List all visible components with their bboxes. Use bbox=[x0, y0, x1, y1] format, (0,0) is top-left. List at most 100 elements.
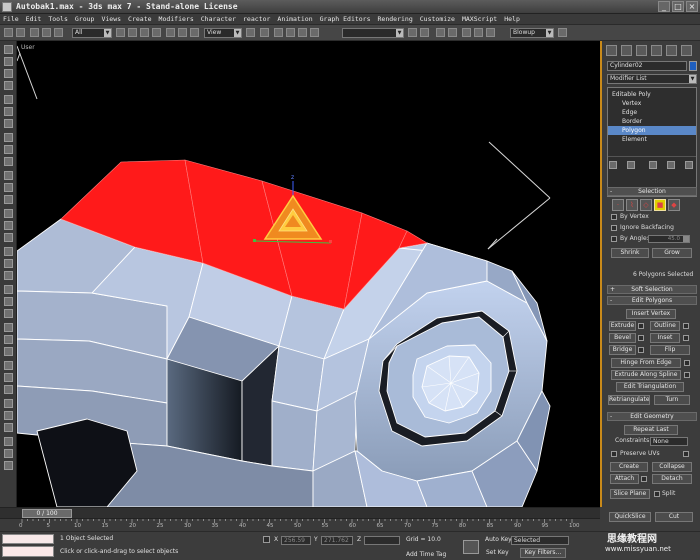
configure-modifier-sets-icon[interactable] bbox=[685, 161, 693, 169]
close-button[interactable]: × bbox=[686, 1, 698, 12]
modify-tab-icon[interactable] bbox=[621, 45, 632, 56]
mirror-icon[interactable] bbox=[408, 28, 417, 37]
modifier-list-dropdown[interactable]: Modifier List ▼ bbox=[607, 74, 697, 84]
tab-icon[interactable] bbox=[4, 285, 13, 294]
schematic-view-icon[interactable] bbox=[448, 28, 457, 37]
minimize-button[interactable]: _ bbox=[658, 1, 670, 12]
viewport-label[interactable]: User bbox=[21, 44, 35, 51]
tab-icon[interactable] bbox=[4, 81, 13, 90]
attach-button[interactable]: Attach bbox=[610, 474, 639, 484]
tab-icon[interactable] bbox=[4, 45, 13, 54]
region-select-icon[interactable] bbox=[140, 28, 149, 37]
maximize-button[interactable]: □ bbox=[672, 1, 684, 12]
align-icon[interactable] bbox=[420, 28, 429, 37]
z-coordinate-field[interactable] bbox=[364, 536, 400, 545]
outline-settings-icon[interactable] bbox=[683, 323, 689, 329]
key-mode-dropdown[interactable]: Selected bbox=[511, 536, 569, 545]
y-coordinate-field[interactable]: 271.762 bbox=[321, 536, 353, 545]
by-vertex-checkbox[interactable] bbox=[611, 214, 617, 220]
show-end-result-icon[interactable] bbox=[627, 161, 635, 169]
tab-icon[interactable] bbox=[4, 309, 13, 318]
trackbar[interactable]: 0 5 10 15 20 25 30 35 40 45 50 55 60 65 70 75 80 85 90 95 10… bbox=[0, 518, 600, 531]
render-type-dropdown[interactable]: Blowup ▼ bbox=[510, 28, 554, 38]
mesh-face[interactable] bbox=[271, 400, 318, 472]
tab-icon[interactable] bbox=[4, 195, 13, 204]
menu-file[interactable]: File bbox=[3, 14, 19, 24]
edit-triangulation-button[interactable]: Edit Triangulation bbox=[616, 382, 684, 392]
display-tab-icon[interactable] bbox=[666, 45, 677, 56]
flip-button[interactable]: Flip bbox=[650, 345, 690, 355]
stack-item-element[interactable]: Element bbox=[608, 135, 696, 144]
tab-icon[interactable] bbox=[4, 171, 13, 180]
render-scene-icon[interactable] bbox=[474, 28, 483, 37]
tab-icon[interactable] bbox=[4, 133, 13, 142]
tab-icon[interactable] bbox=[4, 119, 13, 128]
x-coordinate-field[interactable]: 256.59 bbox=[281, 536, 311, 545]
tab-icon[interactable] bbox=[4, 347, 13, 356]
stack-item-editable-poly[interactable]: Editable Poly bbox=[608, 90, 696, 99]
tab-icon[interactable] bbox=[4, 385, 13, 394]
collapse-button[interactable]: Collapse bbox=[652, 462, 692, 472]
tab-icon[interactable] bbox=[4, 247, 13, 256]
rotate-icon[interactable] bbox=[178, 28, 187, 37]
inset-settings-icon[interactable] bbox=[683, 335, 689, 341]
tab-icon[interactable] bbox=[4, 335, 13, 344]
edge-mode-icon[interactable]: ⌇ bbox=[626, 199, 638, 211]
tab-icon[interactable] bbox=[4, 271, 13, 280]
vertex-mode-icon[interactable]: · bbox=[612, 199, 624, 211]
outline-button[interactable]: Outline bbox=[650, 321, 680, 331]
redo-icon[interactable] bbox=[16, 28, 25, 37]
rollout-edit-geometry[interactable]: - Edit Geometry bbox=[607, 412, 697, 421]
ignore-backfacing-checkbox[interactable] bbox=[611, 225, 617, 231]
tab-icon[interactable] bbox=[4, 461, 13, 470]
bind-spacewarp-icon[interactable] bbox=[54, 28, 63, 37]
snaps-toggle-icon[interactable] bbox=[274, 28, 283, 37]
key-filters-button[interactable]: Key Filters... bbox=[520, 548, 566, 558]
tab-icon[interactable] bbox=[4, 361, 13, 370]
by-angle-checkbox[interactable] bbox=[611, 236, 617, 242]
bridge-button[interactable]: Bridge bbox=[609, 345, 636, 355]
spinner-snap-icon[interactable] bbox=[310, 28, 319, 37]
viewport-scene[interactable]: z bbox=[17, 41, 600, 507]
remove-modifier-icon[interactable] bbox=[667, 161, 675, 169]
tab-icon[interactable] bbox=[4, 399, 13, 408]
render-last-icon[interactable] bbox=[558, 28, 567, 37]
constraints-dropdown[interactable]: None bbox=[650, 437, 688, 446]
shrink-button[interactable]: Shrink bbox=[611, 248, 649, 258]
create-tab-icon[interactable] bbox=[606, 45, 617, 56]
reference-coordinate-dropdown[interactable]: View ▼ bbox=[204, 28, 242, 38]
hinge-settings-icon[interactable] bbox=[684, 360, 690, 366]
tab-icon[interactable] bbox=[4, 297, 13, 306]
rollout-selection[interactable]: - Selection bbox=[607, 187, 697, 196]
border-mode-icon[interactable]: ◇ bbox=[640, 199, 652, 211]
tab-icon[interactable] bbox=[4, 233, 13, 242]
tab-icon[interactable] bbox=[4, 69, 13, 78]
turn-button[interactable]: Turn bbox=[654, 395, 690, 405]
curve-editor-icon[interactable] bbox=[436, 28, 445, 37]
bridge-settings-icon[interactable] bbox=[638, 347, 644, 353]
tab-icon[interactable] bbox=[4, 183, 13, 192]
named-selection-sets-dropdown[interactable]: ▼ bbox=[342, 28, 404, 38]
time-slider-bar[interactable]: 0 / 100 bbox=[0, 507, 600, 518]
inset-button[interactable]: Inset bbox=[650, 333, 680, 343]
split-checkbox[interactable] bbox=[654, 491, 660, 497]
bevel-button[interactable]: Bevel bbox=[609, 333, 636, 343]
tab-icon[interactable] bbox=[4, 157, 13, 166]
menu-tools[interactable]: Tools bbox=[48, 14, 68, 24]
menu-maxscript[interactable]: MAXScript bbox=[462, 14, 497, 24]
lock-selection-icon[interactable] bbox=[263, 536, 270, 543]
tab-icon[interactable] bbox=[4, 57, 13, 66]
menu-group[interactable]: Group bbox=[75, 14, 95, 24]
attach-list-icon[interactable] bbox=[641, 476, 647, 482]
hierarchy-tab-icon[interactable] bbox=[636, 45, 647, 56]
menu-edit[interactable]: Edit bbox=[26, 14, 42, 24]
extrude-along-spline-button[interactable]: Extrude Along Spline bbox=[611, 370, 681, 380]
menu-create[interactable]: Create bbox=[128, 14, 151, 24]
maxscript-input-mini[interactable] bbox=[2, 546, 54, 557]
menu-help[interactable]: Help bbox=[504, 14, 520, 24]
tab-icon[interactable] bbox=[4, 411, 13, 420]
maxscript-listener-mini[interactable] bbox=[2, 534, 54, 544]
repeat-last-button[interactable]: Repeat Last bbox=[624, 425, 678, 435]
preserve-uvs-settings-icon[interactable] bbox=[683, 451, 689, 457]
move-icon[interactable] bbox=[166, 28, 175, 37]
